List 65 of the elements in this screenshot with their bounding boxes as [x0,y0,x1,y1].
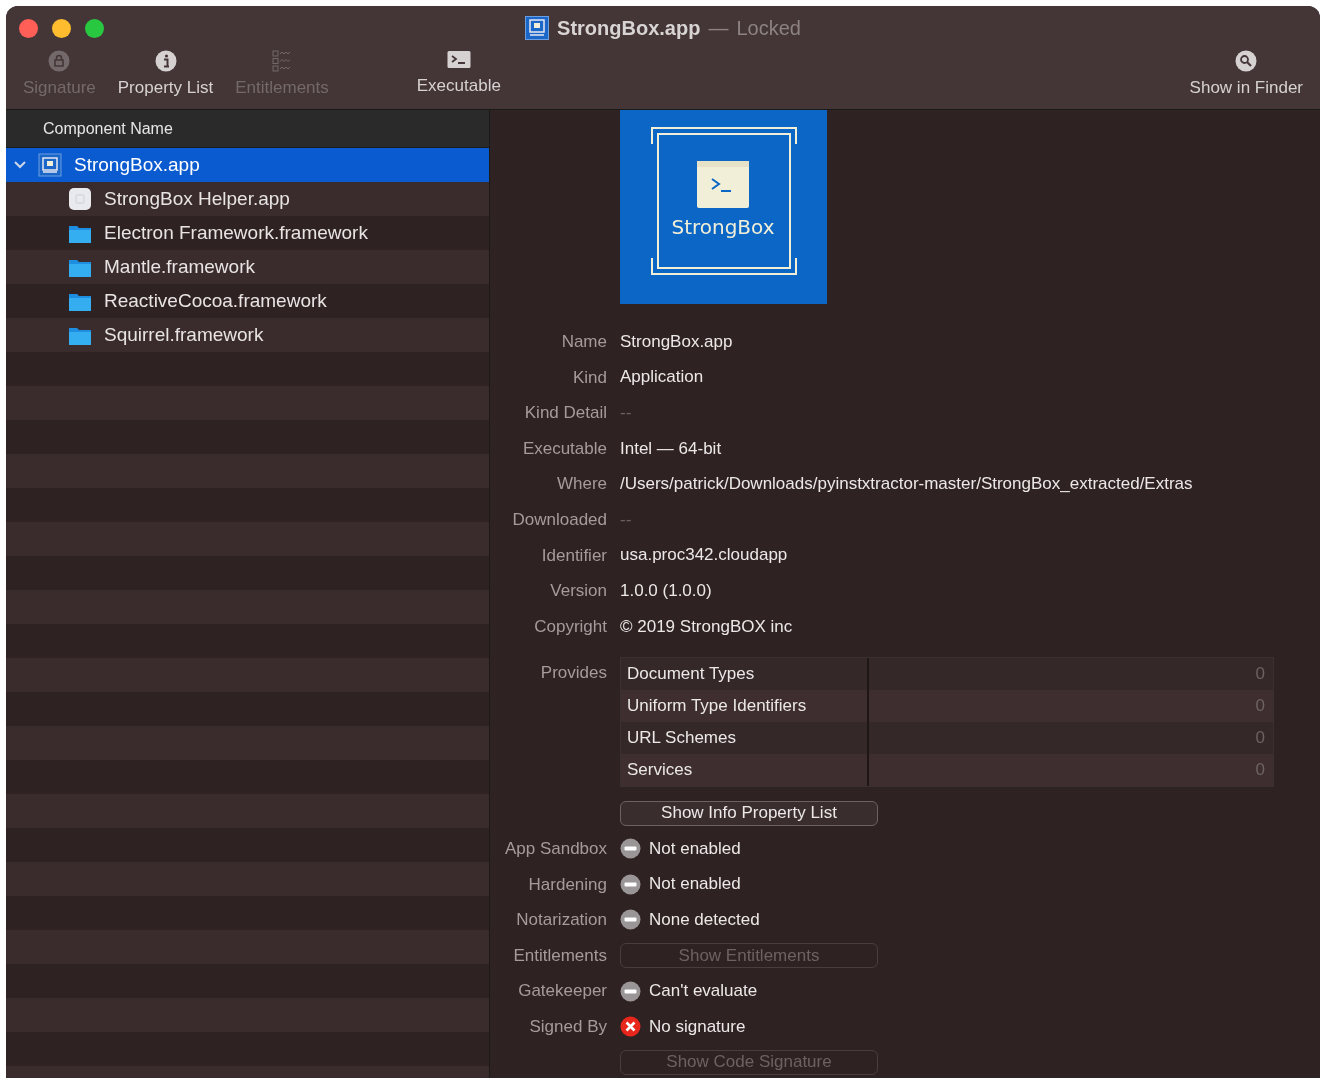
tree-item[interactable]: Squirrel.framework [6,318,489,352]
checklist-icon [272,50,292,72]
item-name: ReactiveCocoa.framework [104,290,327,312]
info-icon [154,50,177,72]
tree-item[interactable]: StrongBox Helper.app [6,182,489,216]
field-label: Provides [539,662,607,685]
app-icon [38,153,62,177]
status-text: No signature [649,1016,746,1037]
item-name: StrongBox Helper.app [104,188,290,210]
search-icon [1235,50,1258,72]
lock-icon [48,50,71,72]
field-value: /Users/patrick/Downloads/pyinstxtractor-master/StrongBox_extracted/Extras [620,473,1193,496]
column-header[interactable]: Component Name [6,110,489,148]
field-value: -- [620,402,632,424]
field-label: Kind [571,366,607,389]
status-text: Not enabled [649,874,741,895]
field-label: Executable [521,437,607,460]
app-icon [68,187,92,211]
status-text: Not enabled [649,838,741,859]
count: 0 [1254,664,1266,685]
zoom-button[interactable] [85,19,104,38]
field-label: Hardening [527,873,607,896]
tree-item[interactable]: StrongBox.app [6,148,489,182]
field-label: Downloaded [511,508,607,531]
app-icon [525,16,550,40]
close-button[interactable] [19,19,38,38]
tree-item[interactable]: Electron Framework.framework [6,216,489,250]
item-name: Squirrel.framework [104,324,264,346]
title-separator: — [708,16,729,40]
field-label: Kind Detail [523,402,607,425]
logo-caption: StrongBox [671,215,775,239]
status-text: None detected [649,909,760,930]
window-subtitle: Locked [736,16,801,40]
field-label: Name [560,331,607,353]
field-value: usa.proc342.cloudapp [620,544,788,567]
field-label: Version [549,580,607,603]
field-label: Where [555,473,607,496]
field-value: -- [620,508,632,531]
item-name: Mantle.framework [104,256,255,278]
window-title: StrongBox.app [557,16,701,40]
field-label: Gatekeeper [517,980,607,1003]
toolbar-button[interactable]: Property List [106,50,225,98]
field-label: Entitlements [512,944,607,967]
field-label: Copyright [533,615,607,638]
field-label: Signed By [528,1015,607,1038]
field-value: Application [620,366,704,389]
status-text: Can't evaluate [649,981,758,1002]
field-value: 1.0.0 (1.0.0) [620,579,712,602]
field-value: Intel — 64-bit [620,437,722,460]
toolbar-button[interactable]: Show in Finder [1178,50,1314,98]
minimize-button[interactable] [52,19,71,38]
item-name: StrongBox.app [74,154,200,176]
terminal-icon [446,50,471,70]
toolbar-button[interactable]: Executable [405,50,512,96]
field-label: Notarization [515,909,607,932]
table-cell: Services [621,754,869,787]
field-value: © 2019 StrongBOX inc [620,615,793,638]
field-label: Identifier [540,544,607,567]
count: 0 [1254,728,1266,749]
field-label: App Sandbox [503,837,607,860]
push-button[interactable]: Show Info Property List [620,800,878,826]
item-name: Electron Framework.framework [104,222,368,244]
tree-item[interactable]: Mantle.framework [6,250,489,284]
field-value: StrongBox.app [620,330,733,353]
tree-item[interactable]: ReactiveCocoa.framework [6,284,489,318]
